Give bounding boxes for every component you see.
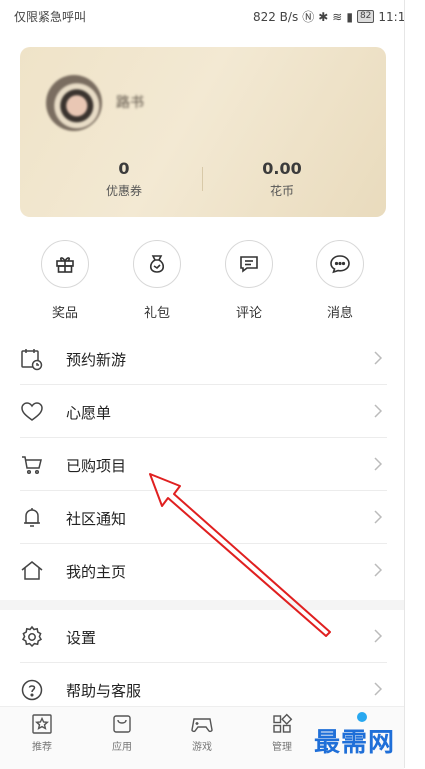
- coupon-count: 0: [118, 159, 130, 178]
- menu-label: 我的主页: [66, 563, 127, 581]
- menu-item-settings[interactable]: 设置: [0, 610, 425, 663]
- tab-recommend[interactable]: 推荐: [6, 713, 78, 753]
- wifi-icon: ≋: [332, 9, 343, 24]
- carrier-text: 仅限紧急呼叫: [14, 10, 87, 24]
- home-icon: [20, 559, 44, 583]
- chevron-right-icon: [373, 509, 383, 525]
- battery-icon: 82: [356, 10, 375, 23]
- status-bar: 仅限紧急呼叫 822 B/s Ⓝ ✱ ≋ ▮ 82 11:11: [0, 0, 425, 34]
- menu-item-purchased[interactable]: 已购项目: [0, 438, 425, 491]
- quick-prizes[interactable]: 奖品: [25, 240, 105, 321]
- message-icon: [316, 240, 364, 288]
- menu-item-wishlist[interactable]: 心愿单: [0, 385, 425, 438]
- scrollbar[interactable]: [404, 0, 425, 768]
- menu-label: 预约新游: [66, 351, 127, 369]
- grid-icon: [273, 713, 293, 733]
- bag-icon: [133, 240, 181, 288]
- chevron-right-icon: [373, 628, 383, 644]
- gift-icon: [41, 240, 89, 288]
- quick-label: 奖品: [51, 306, 78, 321]
- avatar[interactable]: [46, 75, 102, 131]
- tab-games[interactable]: 游戏: [166, 713, 238, 753]
- watermark-person-icon: [357, 712, 367, 722]
- coupon-label: 优惠券: [105, 184, 142, 198]
- menu-label: 帮助与客服: [66, 682, 142, 700]
- menu-item-homepage[interactable]: 我的主页: [0, 544, 425, 597]
- section-gap: [0, 600, 425, 610]
- menu-label: 社区通知: [66, 510, 127, 528]
- network-speed: 822 B/s: [252, 9, 299, 24]
- menu-label: 已购项目: [66, 457, 127, 475]
- quick-messages[interactable]: 消息: [300, 240, 380, 321]
- username[interactable]: 路书: [116, 92, 144, 112]
- quick-label: 礼包: [143, 306, 170, 321]
- signal-icon: ▮: [346, 9, 353, 24]
- bluetooth-icon: ✱: [318, 9, 329, 24]
- help-icon: [20, 678, 44, 702]
- coins-stat[interactable]: 0.00 花币: [202, 159, 362, 199]
- menu-item-preorder[interactable]: 预约新游: [0, 332, 425, 385]
- chevron-right-icon: [373, 456, 383, 472]
- watermark: 最需网: [314, 728, 396, 758]
- tab-manage[interactable]: 管理: [246, 713, 318, 753]
- comment-icon: [225, 240, 273, 288]
- tab-apps[interactable]: 应用: [86, 713, 158, 753]
- tab-label: 管理: [272, 742, 292, 753]
- gamepad-icon: [191, 718, 213, 733]
- quick-label: 评论: [235, 306, 262, 321]
- menu-label: 心愿单: [66, 404, 112, 422]
- profile-card[interactable]: 路书 0 优惠券 0.00 花币: [20, 47, 386, 217]
- status-right: 822 B/s Ⓝ ✱ ≋ ▮ 82 11:11: [253, 8, 413, 25]
- chevron-right-icon: [373, 562, 383, 578]
- gear-icon: [20, 625, 44, 649]
- quick-label: 消息: [326, 306, 353, 321]
- menu-label: 设置: [66, 629, 97, 647]
- menu-list: 预约新游 心愿单 已购项目 社区通知 我的主页: [0, 332, 425, 597]
- tab-label: 应用: [112, 742, 132, 753]
- tab-label: 游戏: [192, 742, 212, 753]
- quick-gifts[interactable]: 礼包: [117, 240, 197, 321]
- chevron-right-icon: [373, 403, 383, 419]
- menu-list-settings: 设置 帮助与客服: [0, 610, 425, 716]
- coupon-stat[interactable]: 0 优惠券: [44, 159, 204, 199]
- cart-icon: [20, 453, 44, 477]
- bag-app-icon: [113, 715, 131, 733]
- bell-icon: [20, 506, 44, 530]
- chevron-right-icon: [373, 350, 383, 366]
- coins-count: 0.00: [262, 159, 302, 178]
- calendar-clock-icon: [20, 347, 44, 371]
- quick-comments[interactable]: 评论: [209, 240, 289, 321]
- menu-item-notifications[interactable]: 社区通知: [0, 491, 425, 544]
- coins-label: 花币: [269, 184, 294, 198]
- nfc-icon: Ⓝ: [302, 10, 315, 24]
- heart-icon: [20, 400, 44, 424]
- star-icon: [32, 714, 52, 734]
- tab-label: 推荐: [32, 742, 52, 753]
- chevron-right-icon: [373, 681, 383, 697]
